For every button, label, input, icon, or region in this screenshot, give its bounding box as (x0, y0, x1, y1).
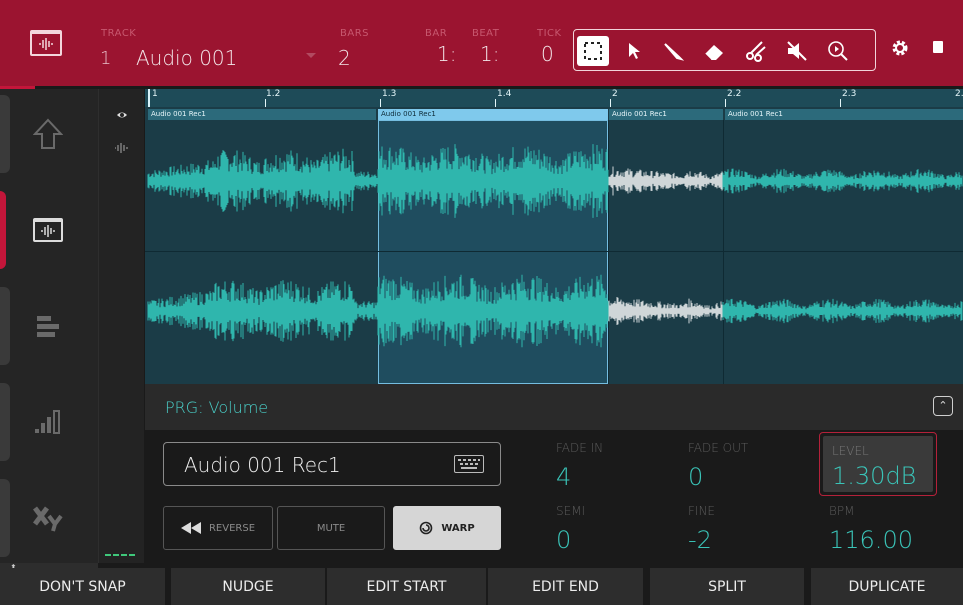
bars-label: BARS (340, 28, 369, 39)
warp-button[interactable]: WARP (393, 506, 501, 550)
track-column (98, 89, 144, 563)
region-name-value: Audio 001 Rec1 (184, 453, 341, 477)
rewind-icon (180, 522, 201, 534)
rail-tab-mixer[interactable] (0, 377, 95, 467)
track-view-icon (32, 218, 63, 242)
region-name-field[interactable]: Audio 001 Rec1 (163, 442, 501, 486)
fine-label: FINE (688, 504, 715, 518)
rail-tab-xy[interactable] (0, 473, 95, 563)
track-view-icon[interactable] (30, 30, 62, 56)
chevron-down-icon[interactable] (306, 53, 316, 58)
fade-in-label: FADE IN (556, 441, 604, 455)
level-value: 1.30dB (832, 462, 917, 490)
bar-label: BAR (425, 28, 448, 39)
nudge-button[interactable]: NUDGE (171, 568, 325, 605)
prg-label[interactable]: PRG: Volume (165, 398, 268, 417)
waveform (147, 144, 963, 348)
select-box-tool-icon[interactable] (577, 36, 609, 66)
tick-label: TICK (537, 28, 562, 39)
split-button[interactable]: SPLIT (650, 568, 804, 605)
track-number: 1 (100, 48, 112, 69)
fine-value[interactable]: -2 (688, 526, 712, 554)
scissors-tool-icon[interactable] (740, 36, 772, 66)
pencil-tool-icon[interactable] (657, 36, 689, 66)
edit-start-button[interactable]: EDIT START (327, 568, 486, 605)
mute-tool-icon[interactable] (781, 36, 813, 66)
level-label: LEVEL (832, 444, 869, 458)
chevron-up-icon[interactable]: ⌃ (933, 396, 953, 416)
track-label: TRACK (101, 28, 137, 39)
eraser-tool-icon[interactable] (698, 36, 730, 66)
warp-spiral-icon (420, 521, 433, 535)
xy-icon (32, 506, 63, 532)
eye-icon[interactable] (116, 105, 128, 124)
warp-label: WARP (441, 522, 475, 534)
bar-value[interactable]: 1: (437, 42, 456, 66)
duplicate-button[interactable]: DUPLICATE (811, 568, 963, 605)
pointer-tool-icon[interactable] (618, 36, 650, 66)
edit-end-button[interactable]: EDIT END (488, 568, 643, 605)
reverse-button[interactable]: REVERSE (163, 506, 273, 550)
edit-panel: Audio 001 Rec1 REVERSE MUTE WARP FADE IN… (145, 430, 963, 563)
arrow-up-icon (32, 118, 63, 149)
tool-group (573, 29, 876, 71)
waveform-small-icon (113, 139, 131, 158)
reverse-label: REVERSE (208, 522, 256, 534)
bottom-toolbar: DON'T SNAP NUDGE EDIT START EDIT END SPL… (0, 568, 963, 605)
track-name[interactable]: Audio 001 (136, 46, 237, 70)
semi-value[interactable]: 0 (556, 526, 571, 554)
header: TRACK 1 Audio 001 BARS 2 BAR 1: BEAT 1: … (0, 0, 963, 86)
rail-tab-list[interactable] (0, 281, 95, 371)
beat-label: BEAT (472, 28, 500, 39)
bars-value[interactable]: 2 (338, 46, 351, 70)
level-meter (105, 554, 135, 556)
left-rail (0, 89, 98, 563)
mute-button[interactable]: MUTE (277, 506, 385, 550)
waveform-area[interactable]: 1 1.2 1.3 1.4 2 2.2 2.3 2. Audio 001 Rec… (145, 89, 963, 384)
memory-chip-icon[interactable] (933, 41, 943, 53)
semi-label: SEMI (556, 504, 586, 518)
rail-tab-track[interactable] (0, 185, 95, 275)
mixer-levels-icon (34, 410, 60, 434)
list-view-icon (36, 316, 59, 337)
prg-bar: PRG: Volume ⌃ (145, 384, 963, 430)
fade-out-value[interactable]: 0 (688, 463, 703, 491)
gear-icon[interactable] (889, 37, 911, 63)
beat-value[interactable]: 1: (480, 42, 499, 66)
mute-label: MUTE (316, 522, 346, 534)
bpm-label: BPM (829, 504, 855, 518)
tick-value[interactable]: 0 (541, 42, 554, 66)
bpm-value[interactable]: 116.00 (829, 526, 913, 554)
dont-snap-button[interactable]: DON'T SNAP (0, 568, 165, 605)
fade-out-label: FADE OUT (688, 441, 749, 455)
fade-in-value[interactable]: 4 (556, 463, 571, 491)
zoom-tool-icon[interactable] (822, 36, 854, 66)
rail-tab-up[interactable] (0, 89, 95, 179)
level-control[interactable]: LEVEL 1.30dB (819, 432, 937, 496)
keyboard-icon[interactable] (454, 455, 484, 473)
